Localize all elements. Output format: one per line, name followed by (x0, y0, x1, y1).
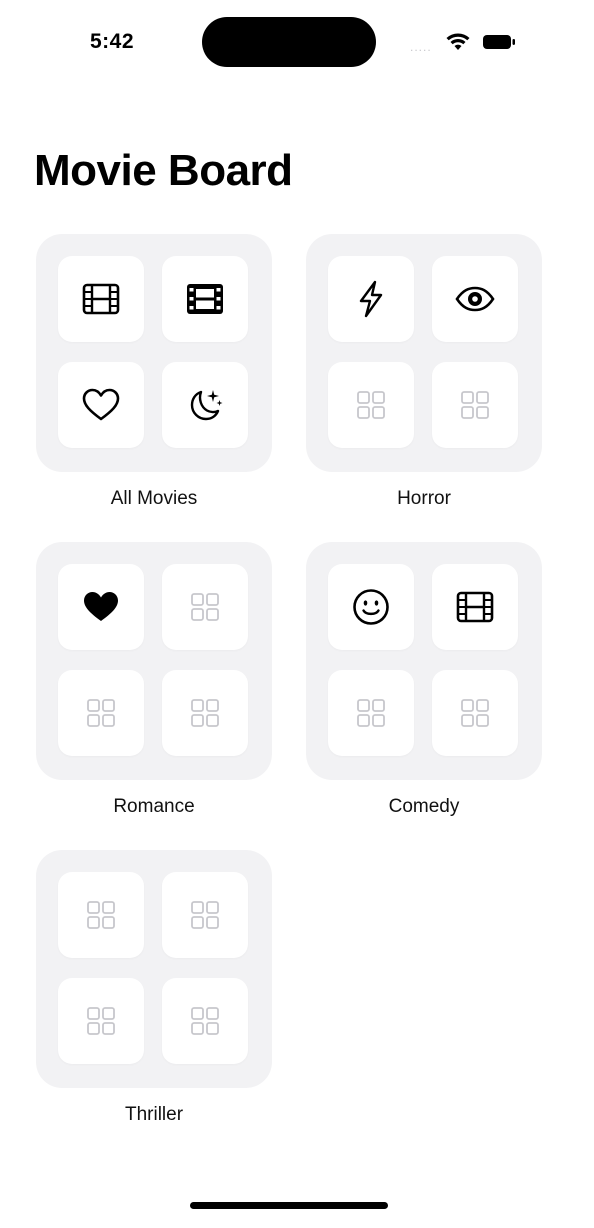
film-filled-icon (187, 284, 223, 314)
status-bar: 5:42 ..... (0, 0, 594, 90)
tile[interactable] (162, 362, 248, 448)
bolt-icon (359, 280, 383, 318)
tile[interactable] (162, 564, 248, 650)
dynamic-island (202, 17, 376, 67)
tile[interactable] (328, 256, 414, 342)
placeholder-icon (191, 901, 219, 929)
tile[interactable] (328, 362, 414, 448)
placeholder-icon (87, 901, 115, 929)
placeholder-icon (87, 1007, 115, 1035)
tile[interactable] (162, 872, 248, 958)
board-label: Thriller (124, 1104, 184, 1125)
board-card[interactable] (306, 542, 542, 780)
smile-icon (353, 589, 389, 625)
tile[interactable] (58, 670, 144, 756)
film-icon (82, 283, 120, 315)
board-card[interactable] (36, 850, 272, 1088)
tile[interactable] (58, 256, 144, 342)
tile[interactable] (432, 362, 518, 448)
tile[interactable] (162, 978, 248, 1064)
page-title: Movie Board (34, 146, 293, 195)
tile[interactable] (432, 256, 518, 342)
board-card[interactable] (36, 542, 272, 780)
placeholder-icon (191, 699, 219, 727)
cellular-signal-icon: ..... (410, 40, 432, 54)
film-icon (456, 591, 494, 623)
board-romance[interactable]: Romance (36, 542, 272, 818)
tile[interactable] (58, 564, 144, 650)
board-label: Horror (397, 488, 451, 509)
placeholder-icon (461, 699, 489, 727)
heart-filled-icon (84, 592, 118, 621)
board-comedy[interactable]: Comedy (306, 542, 542, 818)
tile[interactable] (58, 362, 144, 448)
wifi-icon (446, 33, 470, 50)
tile[interactable] (432, 670, 518, 756)
board-all-movies[interactable]: All Movies (36, 234, 272, 510)
board-label: Romance (113, 796, 195, 817)
tile[interactable] (162, 256, 248, 342)
board-horror[interactable]: Horror (306, 234, 542, 510)
tile[interactable] (58, 872, 144, 958)
placeholder-icon (461, 391, 489, 419)
heart-outline-icon (82, 388, 120, 421)
moon-stars-icon (190, 390, 223, 421)
tile[interactable] (328, 564, 414, 650)
tile[interactable] (162, 670, 248, 756)
eye-icon (455, 286, 495, 312)
placeholder-icon (191, 593, 219, 621)
placeholder-icon (357, 391, 385, 419)
status-time: 5:42 (90, 30, 135, 53)
tile[interactable] (432, 564, 518, 650)
board-thriller[interactable]: Thriller (36, 850, 272, 1126)
placeholder-icon (87, 699, 115, 727)
battery-icon (483, 35, 515, 49)
board-label: Comedy (388, 796, 460, 817)
placeholder-icon (191, 1007, 219, 1035)
board-card[interactable] (306, 234, 542, 472)
board-card[interactable] (36, 234, 272, 472)
tile[interactable] (328, 670, 414, 756)
tile[interactable] (58, 978, 144, 1064)
placeholder-icon (357, 699, 385, 727)
board-label: All Movies (110, 488, 198, 509)
home-indicator[interactable] (190, 1202, 388, 1209)
